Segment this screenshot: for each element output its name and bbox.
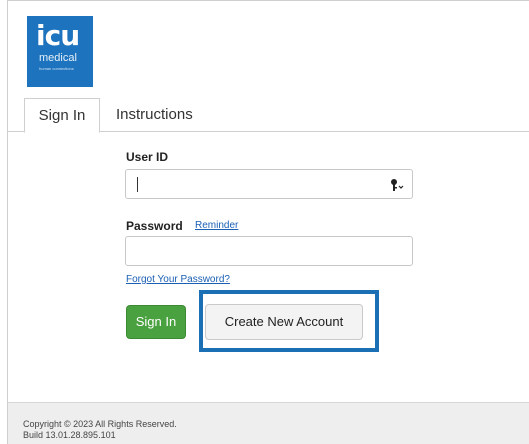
create-account-button[interactable]: Create New Account (205, 304, 363, 340)
build-text: Build 13.01.28.895.101 (23, 430, 116, 440)
tab-bar: Sign In Instructions (8, 96, 529, 133)
copyright-text: Copyright © 2023 All Rights Reserved. (23, 419, 177, 429)
tab-instructions[interactable]: Instructions (106, 98, 203, 131)
logo-tagline: human connections (39, 66, 74, 71)
text-caret (137, 177, 138, 192)
password-input[interactable] (125, 236, 413, 266)
key-icon[interactable] (389, 177, 405, 193)
reminder-link[interactable]: Reminder (195, 220, 238, 231)
forgot-password-link[interactable]: Forgot Your Password? (126, 274, 230, 285)
password-label: Password (126, 219, 183, 233)
logo-subtitle: medical (39, 52, 77, 64)
footer: Copyright © 2023 All Rights Reserved. Bu… (8, 402, 529, 444)
user-id-label: User ID (126, 150, 169, 164)
tab-sign-in[interactable]: Sign In (24, 98, 100, 133)
icu-medical-logo: icu medical human connections (27, 16, 93, 87)
sign-in-button[interactable]: Sign In (126, 305, 186, 339)
logo-wordmark: icu (36, 19, 80, 52)
user-id-input[interactable] (125, 169, 413, 199)
